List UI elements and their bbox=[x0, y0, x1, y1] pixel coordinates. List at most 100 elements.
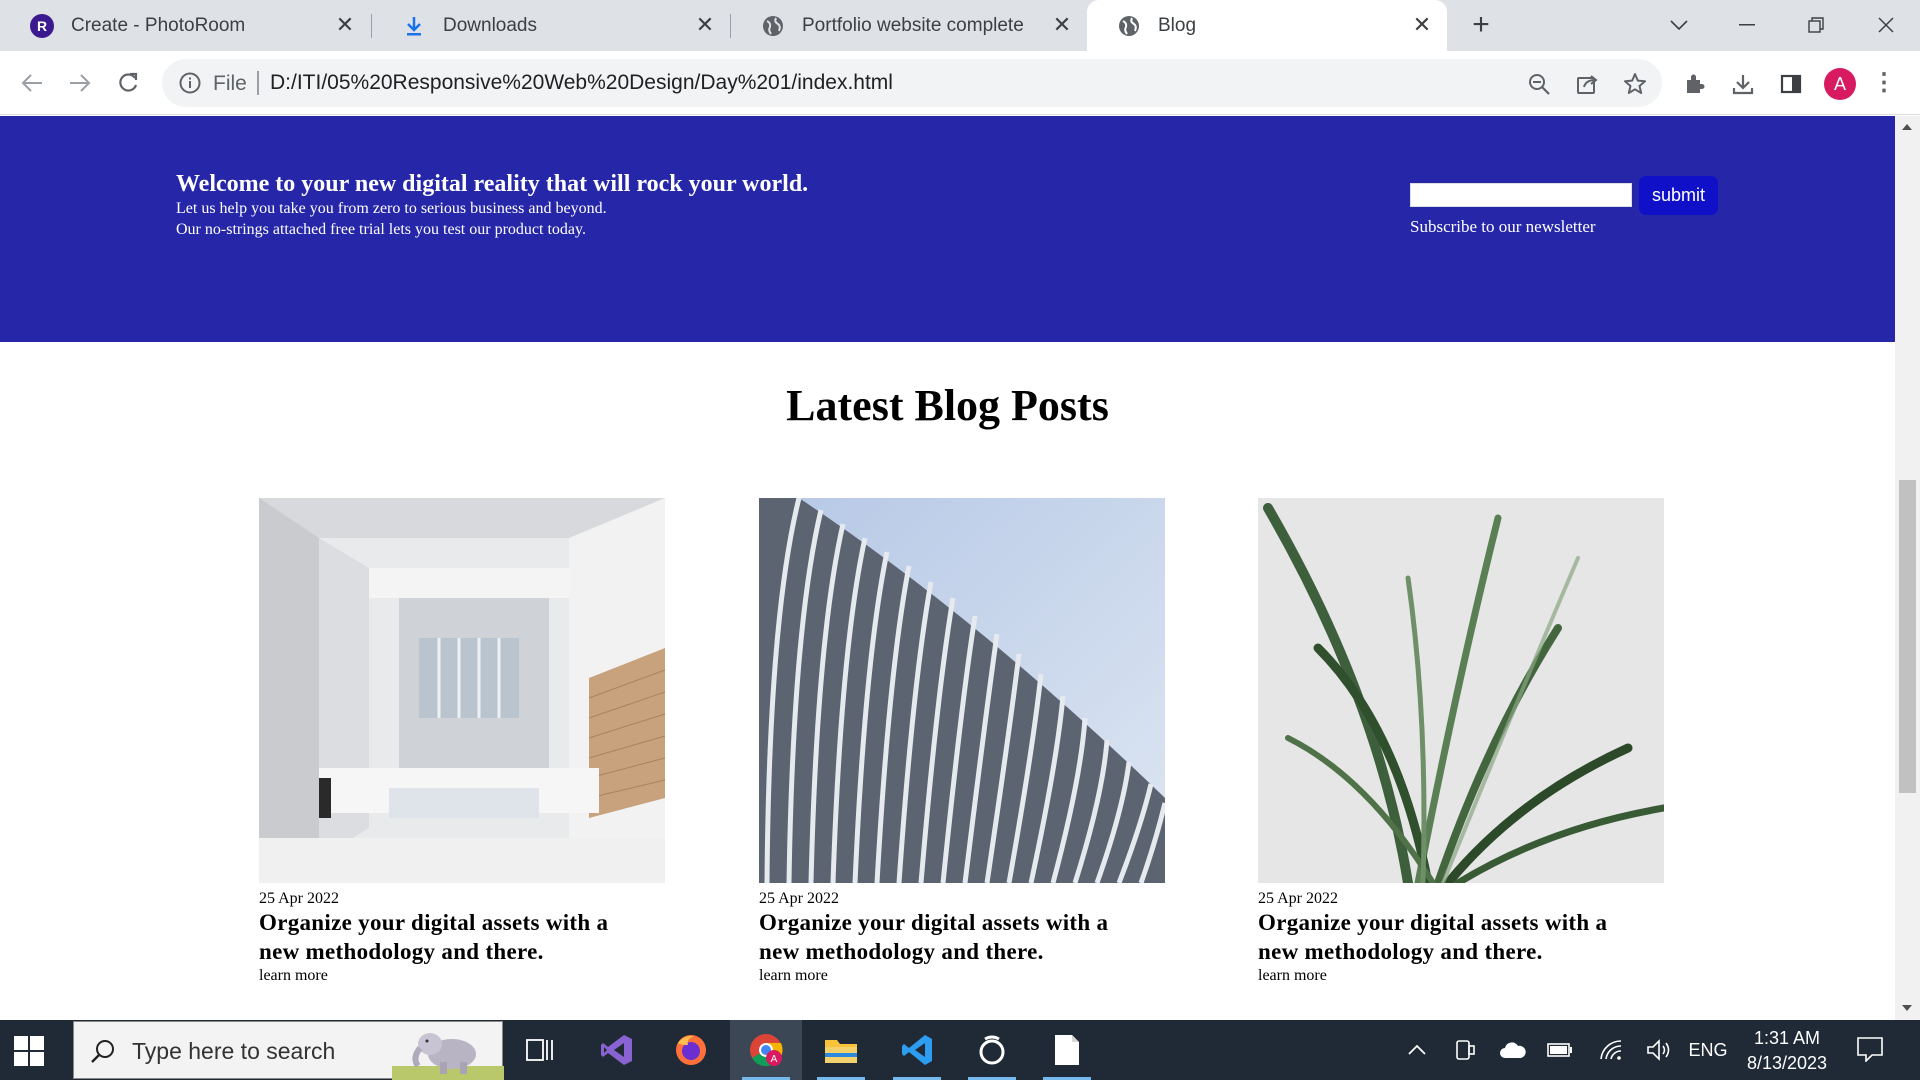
forward-icon[interactable] bbox=[62, 65, 98, 101]
post-date: 25 Apr 2022 bbox=[759, 890, 839, 907]
post-date: 25 Apr 2022 bbox=[259, 890, 339, 907]
clock-date: 8/13/2023 bbox=[1746, 1053, 1828, 1073]
notifications-icon[interactable] bbox=[1856, 1036, 1886, 1064]
restore-icon[interactable] bbox=[1796, 10, 1836, 40]
globe-icon bbox=[761, 14, 785, 38]
extensions-icon[interactable] bbox=[1681, 70, 1709, 98]
tab-blog[interactable]: Blog ✕ bbox=[1087, 0, 1447, 51]
browser-toolbar: File D:/ITI/05%20Responsive%20Web%20Desi… bbox=[0, 51, 1920, 115]
info-icon[interactable] bbox=[178, 71, 202, 95]
post-title[interactable]: Organize your digital assets with a new … bbox=[759, 908, 1165, 966]
tab-label: Create - PhotoRoom bbox=[71, 14, 246, 36]
newsletter-email-input[interactable] bbox=[1410, 183, 1632, 207]
hero-line-1: Let us help you take you from zero to se… bbox=[176, 200, 607, 217]
meet-now-icon[interactable] bbox=[1453, 1038, 1477, 1062]
volume-icon[interactable] bbox=[1645, 1038, 1673, 1062]
svg-text:A: A bbox=[771, 1054, 778, 1065]
blog-card: 25 Apr 2022 Organize your digital assets… bbox=[1258, 498, 1664, 985]
tab-label: Blog bbox=[1158, 14, 1197, 36]
minimize-icon[interactable] bbox=[1727, 10, 1767, 40]
profile-avatar[interactable]: A bbox=[1824, 68, 1856, 100]
page-scrollbar[interactable] bbox=[1895, 116, 1920, 1020]
section-title: Latest Blog Posts bbox=[786, 381, 1109, 430]
close-tab-icon[interactable]: ✕ bbox=[1411, 14, 1433, 36]
post-date: 25 Apr 2022 bbox=[1258, 890, 1338, 907]
chrome-icon[interactable]: A bbox=[730, 1020, 802, 1080]
svg-text:R: R bbox=[37, 18, 47, 34]
back-icon[interactable] bbox=[14, 65, 50, 101]
post-title-line: new methodology and there. bbox=[759, 939, 1044, 964]
blog-card: 25 Apr 2022 Organize your digital assets… bbox=[759, 498, 1165, 985]
windows-start-icon[interactable] bbox=[14, 1036, 44, 1066]
post-title[interactable]: Organize your digital assets with a new … bbox=[259, 908, 665, 966]
close-tab-icon[interactable]: ✕ bbox=[334, 14, 356, 36]
file-explorer-icon[interactable] bbox=[805, 1020, 877, 1080]
onedrive-cloud-icon[interactable] bbox=[1498, 1038, 1528, 1062]
page-viewport: Welcome to your new digital reality that… bbox=[0, 116, 1920, 1020]
close-tab-icon[interactable]: ✕ bbox=[1051, 14, 1073, 36]
learn-more-link[interactable]: learn more bbox=[1258, 966, 1664, 985]
address-bar[interactable]: File D:/ITI/05%20Responsive%20Web%20Desi… bbox=[162, 59, 1662, 107]
menu-kebab-icon[interactable]: ⋮ bbox=[1872, 71, 1896, 97]
taskbar-search-box[interactable]: Type here to search bbox=[73, 1021, 504, 1080]
post-title-line: Organize your digital assets with a bbox=[259, 910, 609, 935]
new-tab-icon[interactable]: + bbox=[1467, 10, 1495, 40]
newsletter-label: Subscribe to our newsletter bbox=[1410, 217, 1596, 236]
blog-card: 25 Apr 2022 Organize your digital assets… bbox=[259, 498, 665, 985]
notepad-icon[interactable] bbox=[1031, 1020, 1103, 1080]
url-scheme: File bbox=[213, 72, 247, 95]
share-icon[interactable] bbox=[1574, 71, 1600, 97]
hero-text: Welcome to your new digital reality that… bbox=[176, 170, 808, 240]
url-divider bbox=[257, 71, 259, 95]
close-window-icon[interactable] bbox=[1866, 10, 1906, 40]
downloads-icon[interactable] bbox=[1729, 70, 1757, 98]
task-view-icon[interactable] bbox=[504, 1020, 576, 1080]
newsletter-submit-button[interactable]: submit bbox=[1639, 176, 1718, 215]
tab-portfolio[interactable]: Portfolio website complete ✕ bbox=[731, 0, 1087, 51]
reload-icon[interactable] bbox=[110, 65, 146, 101]
scroll-down-icon[interactable] bbox=[1902, 1005, 1912, 1011]
learn-more-link[interactable]: learn more bbox=[259, 966, 665, 985]
post-title[interactable]: Organize your digital assets with a new … bbox=[1258, 908, 1664, 966]
side-panel-icon[interactable] bbox=[1777, 70, 1805, 98]
tab-label: Downloads bbox=[443, 14, 537, 36]
url-text[interactable]: D:/ITI/05%20Responsive%20Web%20Design/Da… bbox=[270, 71, 893, 95]
zoom-out-icon[interactable] bbox=[1526, 71, 1552, 97]
hero-line-2: Our no-strings attached free trial lets … bbox=[176, 221, 586, 238]
bookmark-star-icon[interactable] bbox=[1622, 71, 1648, 97]
obs-icon[interactable] bbox=[956, 1020, 1028, 1080]
hero-banner: Welcome to your new digital reality that… bbox=[0, 116, 1895, 342]
search-icon bbox=[90, 1038, 116, 1064]
visual-studio-icon[interactable] bbox=[581, 1020, 653, 1080]
clock-time: 1:31 AM bbox=[1753, 1028, 1821, 1048]
learn-more-link[interactable]: learn more bbox=[759, 966, 1165, 985]
hero-title: Welcome to your new digital reality that… bbox=[176, 171, 809, 197]
taskbar-clock[interactable]: 1:31 AM 8/13/2023 bbox=[1735, 1026, 1839, 1076]
white-interior-photo bbox=[259, 498, 665, 883]
tab-strip: R Create - PhotoRoom ✕ Downloads ✕ Portf… bbox=[0, 0, 1920, 51]
download-icon bbox=[402, 14, 426, 38]
curved-facade-photo bbox=[759, 498, 1165, 883]
photoroom-icon: R bbox=[30, 13, 54, 38]
firefox-icon[interactable] bbox=[655, 1020, 727, 1080]
tab-downloads[interactable]: Downloads ✕ bbox=[372, 0, 730, 51]
language-indicator[interactable]: ENG bbox=[1686, 1038, 1730, 1062]
search-placeholder: Type here to search bbox=[132, 1038, 336, 1064]
post-title-line: new methodology and there. bbox=[259, 939, 544, 964]
post-title-line: new methodology and there. bbox=[1258, 939, 1543, 964]
tab-search-chevron-icon[interactable] bbox=[1659, 10, 1699, 40]
battery-icon[interactable] bbox=[1546, 1038, 1574, 1062]
tab-label: Portfolio website complete bbox=[802, 14, 1024, 36]
globe-icon bbox=[1117, 14, 1141, 38]
close-tab-icon[interactable]: ✕ bbox=[694, 14, 716, 36]
tab-photoroom[interactable]: R Create - PhotoRoom ✕ bbox=[0, 0, 370, 51]
windows-taskbar: Type here to search A ENG 1:31 AM 8/13/2… bbox=[0, 1020, 1920, 1080]
scroll-up-icon[interactable] bbox=[1902, 124, 1912, 130]
grass-plant-photo bbox=[1258, 498, 1664, 883]
vscode-icon[interactable] bbox=[881, 1020, 953, 1080]
scroll-thumb[interactable] bbox=[1899, 480, 1916, 793]
wifi-icon[interactable] bbox=[1597, 1038, 1625, 1062]
post-title-line: Organize your digital assets with a bbox=[759, 910, 1109, 935]
search-highlight-elephant-icon bbox=[392, 1022, 504, 1080]
show-hidden-icons-chevron-icon[interactable] bbox=[1404, 1038, 1430, 1062]
